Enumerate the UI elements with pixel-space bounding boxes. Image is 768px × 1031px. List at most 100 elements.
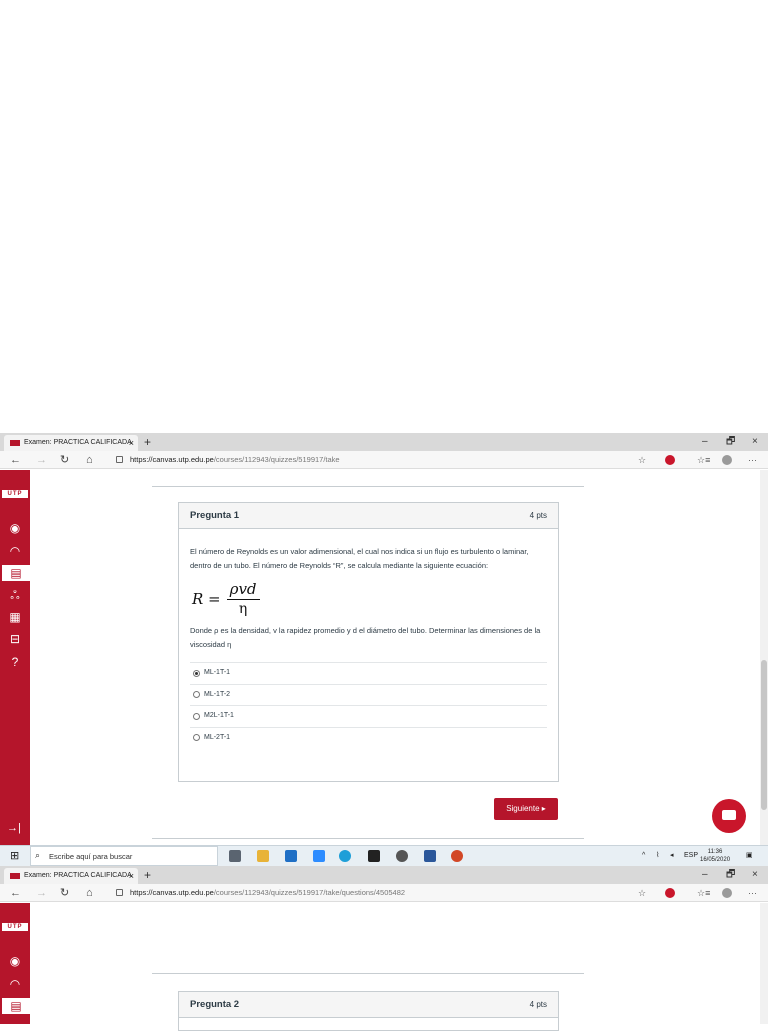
answer-option[interactable]: ML-2T-1 — [190, 726, 547, 749]
extension-icon[interactable] — [665, 455, 675, 465]
divider — [152, 486, 584, 487]
language-indicator[interactable]: ESP — [684, 846, 698, 866]
taskbar-search[interactable]: ⌕ Escribe aquí para buscar — [30, 846, 218, 866]
more-menu-icon[interactable]: ··· — [748, 884, 757, 902]
favorite-star-icon[interactable]: ☆ — [638, 451, 646, 469]
global-nav-sidebar: UTP ◉ ◠ ▤ ஃ ▦ ⊟ ? →| — [0, 470, 30, 845]
dashboard-icon[interactable]: ◠ — [7, 543, 23, 559]
question-header: Pregunta 2 4 pts — [179, 992, 558, 1018]
taskbar-clock[interactable]: 11:36 16/05/2020 — [700, 848, 730, 864]
question-title: Pregunta 1 — [190, 510, 240, 521]
question-header: Pregunta 1 4 pts — [179, 503, 558, 529]
answer-option[interactable]: ML-1T-1 — [190, 662, 547, 684]
home-button[interactable]: ⌂ — [86, 884, 93, 902]
task-view-icon[interactable] — [229, 850, 241, 862]
groups-icon[interactable]: ஃ — [7, 587, 23, 603]
divider — [152, 838, 584, 839]
global-nav-sidebar-2: UTP ◉ ◠ ▤ — [0, 903, 30, 1024]
account-icon[interactable]: ◉ — [7, 953, 23, 969]
inbox-icon[interactable]: ⊟ — [7, 631, 23, 647]
favorites-list-icon[interactable]: ☆≡ — [697, 884, 710, 902]
tab-title: Examen: PRACTICA CALIFICADA — [24, 439, 132, 446]
next-button[interactable]: Siguiente ▸ — [494, 798, 558, 820]
tray-chevron-icon[interactable]: ^ — [642, 846, 645, 866]
back-button[interactable]: ← — [10, 884, 21, 902]
divider — [152, 973, 584, 974]
lock-icon — [116, 889, 123, 896]
url-field[interactable]: https://canvas.utp.edu.pe/courses/112943… — [130, 451, 340, 469]
browser-tab[interactable]: Examen: PRACTICA CALIFICADA × — [4, 435, 138, 451]
settings-icon[interactable] — [396, 850, 408, 862]
close-window-button[interactable]: × — [752, 433, 758, 451]
favorites-list-icon[interactable]: ☆≡ — [697, 451, 710, 469]
tab-bar: Examen: PRACTICA CALIFICADA × + – 🗗 × — [0, 433, 768, 451]
store-icon[interactable] — [368, 850, 380, 862]
account-icon[interactable]: ◉ — [7, 520, 23, 536]
volume-icon[interactable]: ◂ — [670, 846, 674, 866]
page-scrollbar[interactable] — [760, 470, 768, 845]
browser-tab[interactable]: Examen: PRACTICA CALIFICADA × — [4, 868, 138, 884]
profile-avatar-icon[interactable] — [722, 888, 732, 898]
chat-support-button[interactable] — [712, 799, 746, 833]
question-title: Pregunta 2 — [190, 999, 240, 1010]
utp-logo[interactable]: UTP — [2, 923, 28, 931]
zoom-icon[interactable] — [313, 850, 325, 862]
blank-area — [0, 0, 768, 433]
profile-avatar-icon[interactable] — [722, 455, 732, 465]
answer-option[interactable]: M2L-1T-1 — [190, 705, 547, 727]
tab-close-icon[interactable]: × — [129, 435, 134, 451]
powerpoint-icon[interactable] — [451, 850, 463, 862]
address-bar-2: ← → ↻ ⌂ https://canvas.utp.edu.pe/course… — [0, 884, 768, 902]
forward-button[interactable]: → — [36, 884, 47, 902]
file-explorer-icon[interactable] — [257, 850, 269, 862]
minimize-button[interactable]: – — [702, 433, 708, 451]
courses-icon[interactable]: ▤ — [2, 565, 30, 581]
close-window-button[interactable]: × — [752, 866, 758, 884]
radio-selected[interactable] — [193, 669, 200, 677]
url-field[interactable]: https://canvas.utp.edu.pe/courses/112943… — [130, 884, 405, 902]
new-tab-button[interactable]: + — [144, 433, 151, 451]
question-card: Pregunta 1 4 pts El número de Reynolds e… — [178, 502, 559, 782]
notifications-icon[interactable]: ▣ — [746, 846, 753, 866]
windows-taskbar: ⊞ ⌕ Escribe aquí para buscar ^ ⌇ ◂ ESP 1… — [0, 845, 768, 866]
radio[interactable] — [193, 712, 200, 720]
answer-label: M2L-1T-1 — [204, 712, 234, 720]
new-tab-button[interactable]: + — [144, 866, 151, 884]
mail-icon[interactable] — [285, 850, 297, 862]
network-icon[interactable]: ⌇ — [656, 846, 659, 866]
home-button[interactable]: ⌂ — [86, 451, 93, 469]
radio[interactable] — [193, 734, 200, 742]
edge-icon[interactable] — [339, 850, 351, 862]
refresh-button[interactable]: ↻ — [60, 884, 69, 902]
restore-button[interactable]: 🗗 — [726, 433, 735, 451]
refresh-button[interactable]: ↻ — [60, 451, 69, 469]
more-menu-icon[interactable]: ··· — [748, 451, 757, 469]
minimize-button[interactable]: – — [702, 866, 708, 884]
answer-label: ML-2T-1 — [204, 733, 231, 741]
calendar-icon[interactable]: ▦ — [7, 609, 23, 625]
formula-fraction: ρvd η — [226, 579, 260, 618]
restore-button[interactable]: 🗗 — [726, 866, 735, 884]
word-icon[interactable] — [424, 850, 436, 862]
courses-icon[interactable]: ▤ — [2, 998, 30, 1014]
search-icon: ⌕ — [35, 850, 41, 860]
page-scrollbar-2[interactable] — [760, 903, 768, 1024]
dashboard-icon[interactable]: ◠ — [7, 976, 23, 992]
lock-icon — [116, 456, 123, 463]
answer-label: ML-1T-2 — [204, 690, 231, 698]
favorite-star-icon[interactable]: ☆ — [638, 884, 646, 902]
extension-icon[interactable] — [665, 888, 675, 898]
windows-start-icon[interactable]: ⊞ — [10, 850, 19, 862]
address-bar: ← → ↻ ⌂ https://canvas.utp.edu.pe/course… — [0, 451, 768, 469]
formula-numerator: ρvd — [226, 579, 260, 600]
help-icon[interactable]: ? — [7, 654, 23, 670]
radio[interactable] — [193, 691, 200, 699]
collapse-nav-icon[interactable]: →| — [7, 822, 21, 834]
scrollbar-thumb[interactable] — [761, 660, 767, 810]
back-button[interactable]: ← — [10, 451, 21, 469]
utp-favicon-icon — [10, 873, 20, 879]
forward-button[interactable]: → — [36, 451, 47, 469]
tab-close-icon[interactable]: × — [129, 868, 134, 884]
utp-logo[interactable]: UTP — [2, 490, 28, 498]
answer-option[interactable]: ML-1T-2 — [190, 683, 547, 706]
